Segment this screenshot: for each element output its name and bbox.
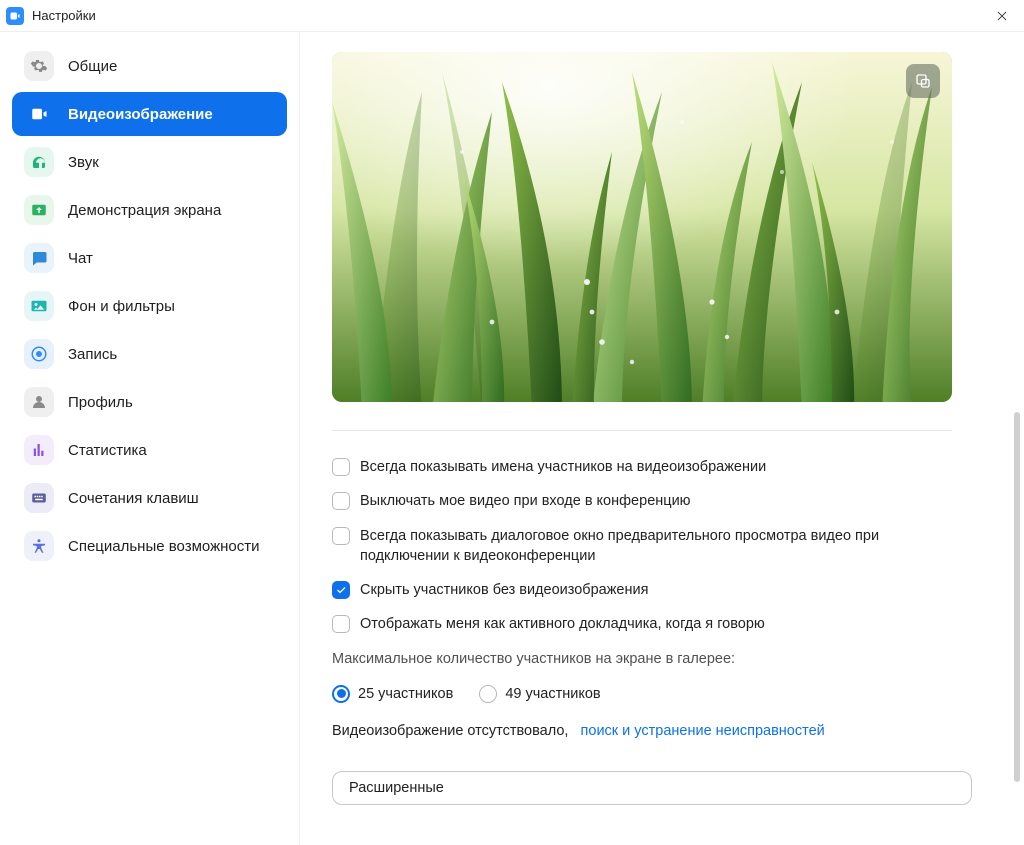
scrollbar-thumb[interactable] xyxy=(1014,412,1020,782)
video-status-row: Видеоизображение отсутствовало, поиск и … xyxy=(332,723,972,739)
checkbox[interactable] xyxy=(332,527,350,545)
sidebar-item-label: Профиль xyxy=(68,394,133,411)
sidebar-item-audio[interactable]: Звук xyxy=(12,140,287,184)
scrollbar[interactable] xyxy=(1014,82,1020,782)
sidebar-item-general[interactable]: Общие xyxy=(12,44,287,88)
gear-icon xyxy=(24,51,54,81)
troubleshoot-link[interactable]: поиск и устранение неисправностей xyxy=(581,723,825,739)
image-icon xyxy=(24,291,54,321)
radio-dot-icon xyxy=(479,685,497,703)
option-mute-video-on-join[interactable]: Выключать мое видео при входе в конферен… xyxy=(332,491,972,511)
option-label: Отображать меня как активного докладчика… xyxy=(360,614,765,634)
sidebar-item-screenshare[interactable]: Демонстрация экрана xyxy=(12,188,287,232)
radio-label: 49 участников xyxy=(505,686,600,702)
keyboard-icon xyxy=(24,483,54,513)
sidebar-item-video[interactable]: Видеоизображение xyxy=(12,92,287,136)
sidebar-item-label: Общие xyxy=(68,58,117,75)
sidebar-item-label: Статистика xyxy=(68,442,147,459)
chat-icon xyxy=(24,243,54,273)
sidebar-item-chat[interactable]: Чат xyxy=(12,236,287,280)
sidebar-item-label: Фон и фильтры xyxy=(68,298,175,315)
option-hide-non-video[interactable]: Скрыть участников без видеоизображения xyxy=(332,580,972,600)
rotate-camera-button[interactable] xyxy=(906,64,940,98)
option-label: Скрыть участников без видеоизображения xyxy=(360,580,648,600)
sidebar-item-label: Видеоизображение xyxy=(68,106,213,123)
sidebar-item-label: Специальные возможности xyxy=(68,538,260,555)
radio-dot-icon xyxy=(332,685,350,703)
share-up-icon xyxy=(24,195,54,225)
video-icon xyxy=(24,99,54,129)
option-label: Всегда показывать имена участников на ви… xyxy=(360,457,766,477)
option-always-show-names[interactable]: Всегда показывать имена участников на ви… xyxy=(332,457,972,477)
video-preview-image xyxy=(332,52,952,402)
main-container: Общие Видеоизображение Звук Демонстрация эк… xyxy=(0,32,1024,845)
video-options: Всегда показывать имена участников на ви… xyxy=(332,457,972,805)
settings-sidebar: Общие Видеоизображение Звук Демонстрация эк… xyxy=(0,32,300,845)
video-preview xyxy=(332,52,952,402)
window-title: Настройки xyxy=(32,8,96,23)
gallery-max-label: Максимальное количество участников на эк… xyxy=(332,651,972,667)
option-spotlight-me[interactable]: Отображать меня как активного докладчика… xyxy=(332,614,972,634)
headphones-icon xyxy=(24,147,54,177)
sidebar-item-shortcuts[interactable]: Сочетания клавиш xyxy=(12,476,287,520)
checkbox[interactable] xyxy=(332,581,350,599)
close-button[interactable] xyxy=(990,4,1014,28)
user-icon xyxy=(24,387,54,417)
sidebar-item-label: Чат xyxy=(68,250,93,267)
checkbox[interactable] xyxy=(332,492,350,510)
titlebar-left: Настройки xyxy=(6,7,96,25)
sidebar-item-label: Демонстрация экрана xyxy=(68,202,221,219)
sidebar-item-profile[interactable]: Профиль xyxy=(12,380,287,424)
sidebar-item-statistics[interactable]: Статистика xyxy=(12,428,287,472)
video-settings-panel: Всегда показывать имена участников на ви… xyxy=(300,32,1024,845)
sidebar-item-accessibility[interactable]: Специальные возможности xyxy=(12,524,287,568)
radio-25-participants[interactable]: 25 участников xyxy=(332,685,453,703)
sidebar-item-label: Запись xyxy=(68,346,117,363)
section-divider xyxy=(332,430,952,431)
radio-label: 25 участников xyxy=(358,686,453,702)
accessibility-icon xyxy=(24,531,54,561)
option-always-preview[interactable]: Всегда показывать диалоговое окно предва… xyxy=(332,526,972,567)
stats-icon xyxy=(24,435,54,465)
record-icon xyxy=(24,339,54,369)
sidebar-item-label: Сочетания клавиш xyxy=(68,490,199,507)
sidebar-item-background[interactable]: Фон и фильтры xyxy=(12,284,287,328)
advanced-button[interactable]: Расширенные xyxy=(332,771,972,805)
app-logo-icon xyxy=(6,7,24,25)
radio-49-participants[interactable]: 49 участников xyxy=(479,685,600,703)
sidebar-item-label: Звук xyxy=(68,154,99,171)
checkbox[interactable] xyxy=(332,458,350,476)
option-label: Выключать мое видео при входе в конферен… xyxy=(360,491,691,511)
gallery-radio-group: 25 участников 49 участников xyxy=(332,685,972,703)
sidebar-item-recording[interactable]: Запись xyxy=(12,332,287,376)
titlebar: Настройки xyxy=(0,0,1024,32)
checkbox[interactable] xyxy=(332,615,350,633)
video-status-text: Видеоизображение отсутствовало, xyxy=(332,723,568,739)
option-label: Всегда показывать диалоговое окно предва… xyxy=(360,526,972,567)
